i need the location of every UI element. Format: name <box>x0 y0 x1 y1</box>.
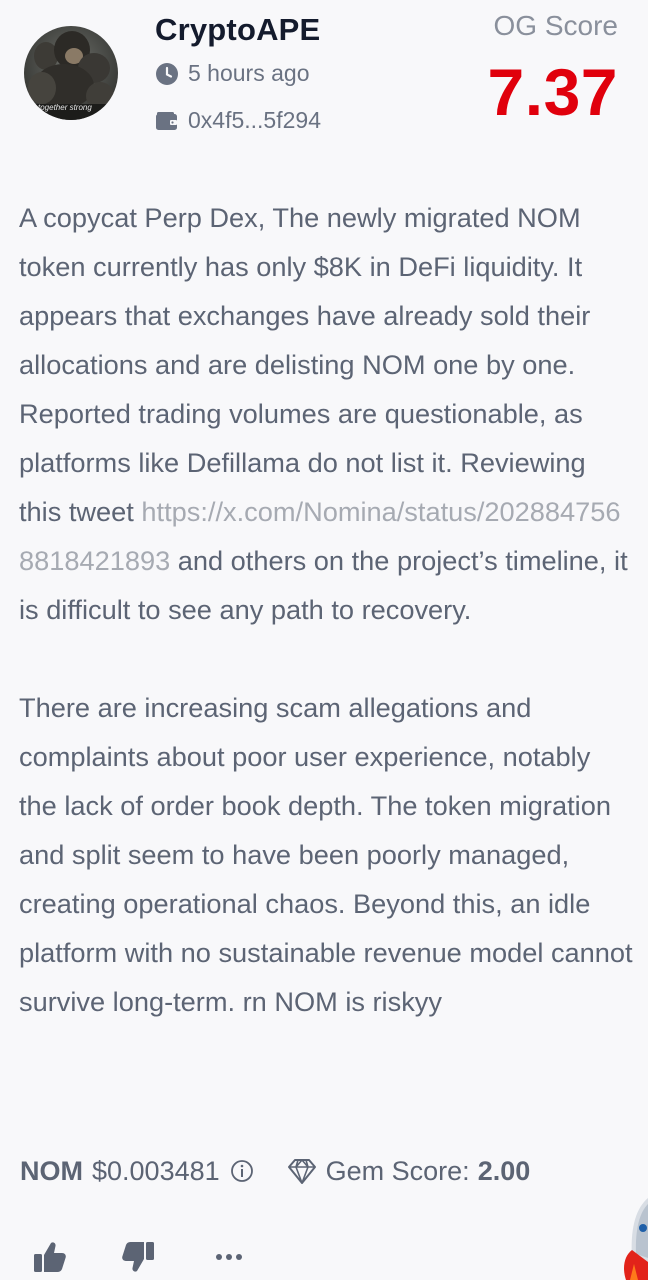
wallet-address[interactable]: 0x4f5...5f294 <box>188 107 321 134</box>
post-header: together strong CryptoAPE 5 hours ago 0x… <box>0 0 648 160</box>
post-paragraph-1: A copycat Perp Dex, The newly migrated N… <box>19 193 634 634</box>
post-time-row: 5 hours ago <box>155 60 309 87</box>
author-name[interactable]: CryptoAPE <box>155 12 320 48</box>
gem-score-value: 2.00 <box>477 1155 531 1186</box>
thumbs-down-icon[interactable] <box>120 1238 158 1276</box>
token-row: NOM $0.003481 Gem Score: 2.00 <box>20 1155 530 1187</box>
clock-icon <box>156 62 178 85</box>
post-paragraph-2: There are increasing scam allegations an… <box>19 692 633 1017</box>
og-score-value: 7.37 <box>487 55 618 129</box>
token-symbol[interactable]: NOM <box>20 1156 83 1187</box>
rocket-mascot-icon[interactable] <box>622 1198 648 1280</box>
og-score-label: OG Score <box>493 10 618 41</box>
token-price: $0.003481 <box>92 1155 220 1186</box>
avatar-caption: together strong <box>38 103 92 112</box>
wallet-row[interactable]: 0x4f5...5f294 <box>155 107 321 134</box>
thumbs-up-icon[interactable] <box>30 1238 68 1276</box>
gem-score-label: Gem Score: <box>325 1155 470 1186</box>
more-dots-icon[interactable] <box>210 1238 248 1276</box>
post-time: 5 hours ago <box>188 60 310 86</box>
post-paragraph-1-text: A copycat Perp Dex, The newly migrated N… <box>19 202 591 527</box>
wallet-icon <box>156 111 177 130</box>
post-body: A copycat Perp Dex, The newly migrated N… <box>19 193 634 1026</box>
author-avatar[interactable]: together strong <box>24 26 118 120</box>
info-icon[interactable] <box>230 1159 254 1183</box>
gem-icon <box>287 1159 316 1184</box>
post-actions <box>30 1238 248 1276</box>
